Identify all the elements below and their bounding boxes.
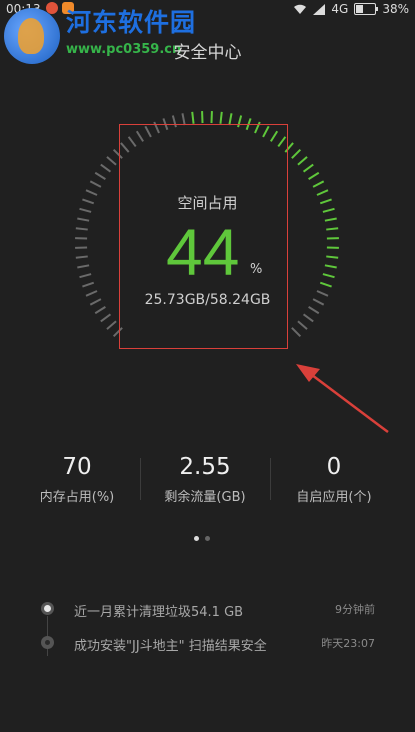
page-dot-active (194, 536, 199, 541)
stat-memory[interactable]: 70 内存占用(%) (8, 452, 146, 505)
gauge-tick (77, 217, 90, 222)
gauge-tick (291, 327, 302, 338)
gauge-tick-active (326, 255, 339, 259)
page-title: 安全中心 (173, 43, 242, 63)
page-indicator (194, 536, 210, 541)
stats-row: 70 内存占用(%) 2.55 剩余流量(GB) 0 自启应用(个) (0, 452, 415, 512)
gauge-tick-active (324, 264, 337, 269)
timeline-item[interactable]: 近一月累计清理垃圾54.1 GB 9分钟前 (0, 596, 415, 622)
gauge-tick (89, 180, 102, 188)
gauge-tick-active (297, 156, 308, 166)
timeline-dot-icon (41, 636, 54, 649)
annotation-highlight-box (119, 124, 288, 349)
gauge-tick-active (219, 111, 223, 124)
gauge-tick-active (291, 148, 302, 159)
battery-icon (354, 3, 379, 15)
gauge-tick (297, 320, 308, 330)
gauge-tick-active (302, 163, 314, 173)
gauge-tick (100, 163, 112, 173)
stat-label: 内存占用(%) (39, 490, 115, 505)
timeline-text: 近一月累计清理垃圾54.1 GB (74, 605, 244, 620)
stat-autostart-apps[interactable]: 0 自启应用(个) (265, 452, 403, 505)
status-right: 4G 38% (293, 2, 409, 16)
gauge-tick-active (308, 171, 320, 181)
wifi-icon (294, 4, 307, 14)
timeline-dot-icon (41, 602, 54, 615)
stat-label: 自启应用(个) (296, 490, 372, 505)
gauge-tick-active (322, 273, 335, 279)
gauge-tick (94, 171, 106, 181)
gauge-tick (75, 255, 88, 259)
battery-percent: 38% (382, 2, 409, 16)
gauge-tick (82, 281, 95, 288)
gauge-tick (106, 320, 117, 330)
stat-value: 2.55 (179, 454, 231, 480)
gauge-tick (77, 264, 90, 269)
timeline-item[interactable]: 成功安装"JJ斗地主" 扫描结果安全 昨天23:07 (0, 630, 415, 656)
timeline-text: 成功安装"JJ斗地主" 扫描结果安全 (74, 639, 267, 654)
gauge-tick (79, 273, 92, 279)
gauge-tick (75, 227, 88, 231)
timeline-time: 昨天23:07 (321, 637, 375, 650)
signal-icon (313, 3, 326, 15)
stat-value: 70 (62, 454, 92, 480)
network-type: 4G (331, 2, 349, 16)
watermark-title: 河东软件园 (66, 8, 197, 37)
gauge-tick-active (191, 111, 195, 124)
gauge-tick-active (319, 281, 332, 288)
stat-label: 剩余流量(GB) (164, 490, 246, 505)
gauge-tick (302, 313, 314, 323)
gauge-tick-active (312, 180, 325, 188)
annotation-arrow-icon (296, 364, 389, 433)
stat-value: 0 (326, 454, 342, 480)
timeline-time: 9分钟前 (335, 603, 375, 616)
stat-data-remaining[interactable]: 2.55 剩余流量(GB) (136, 452, 274, 505)
gauge-tick (106, 156, 117, 166)
page-dot (205, 536, 210, 541)
gauge-tick (100, 313, 112, 323)
gauge-tick-active (326, 227, 339, 231)
gauge-tick-active (324, 217, 337, 222)
